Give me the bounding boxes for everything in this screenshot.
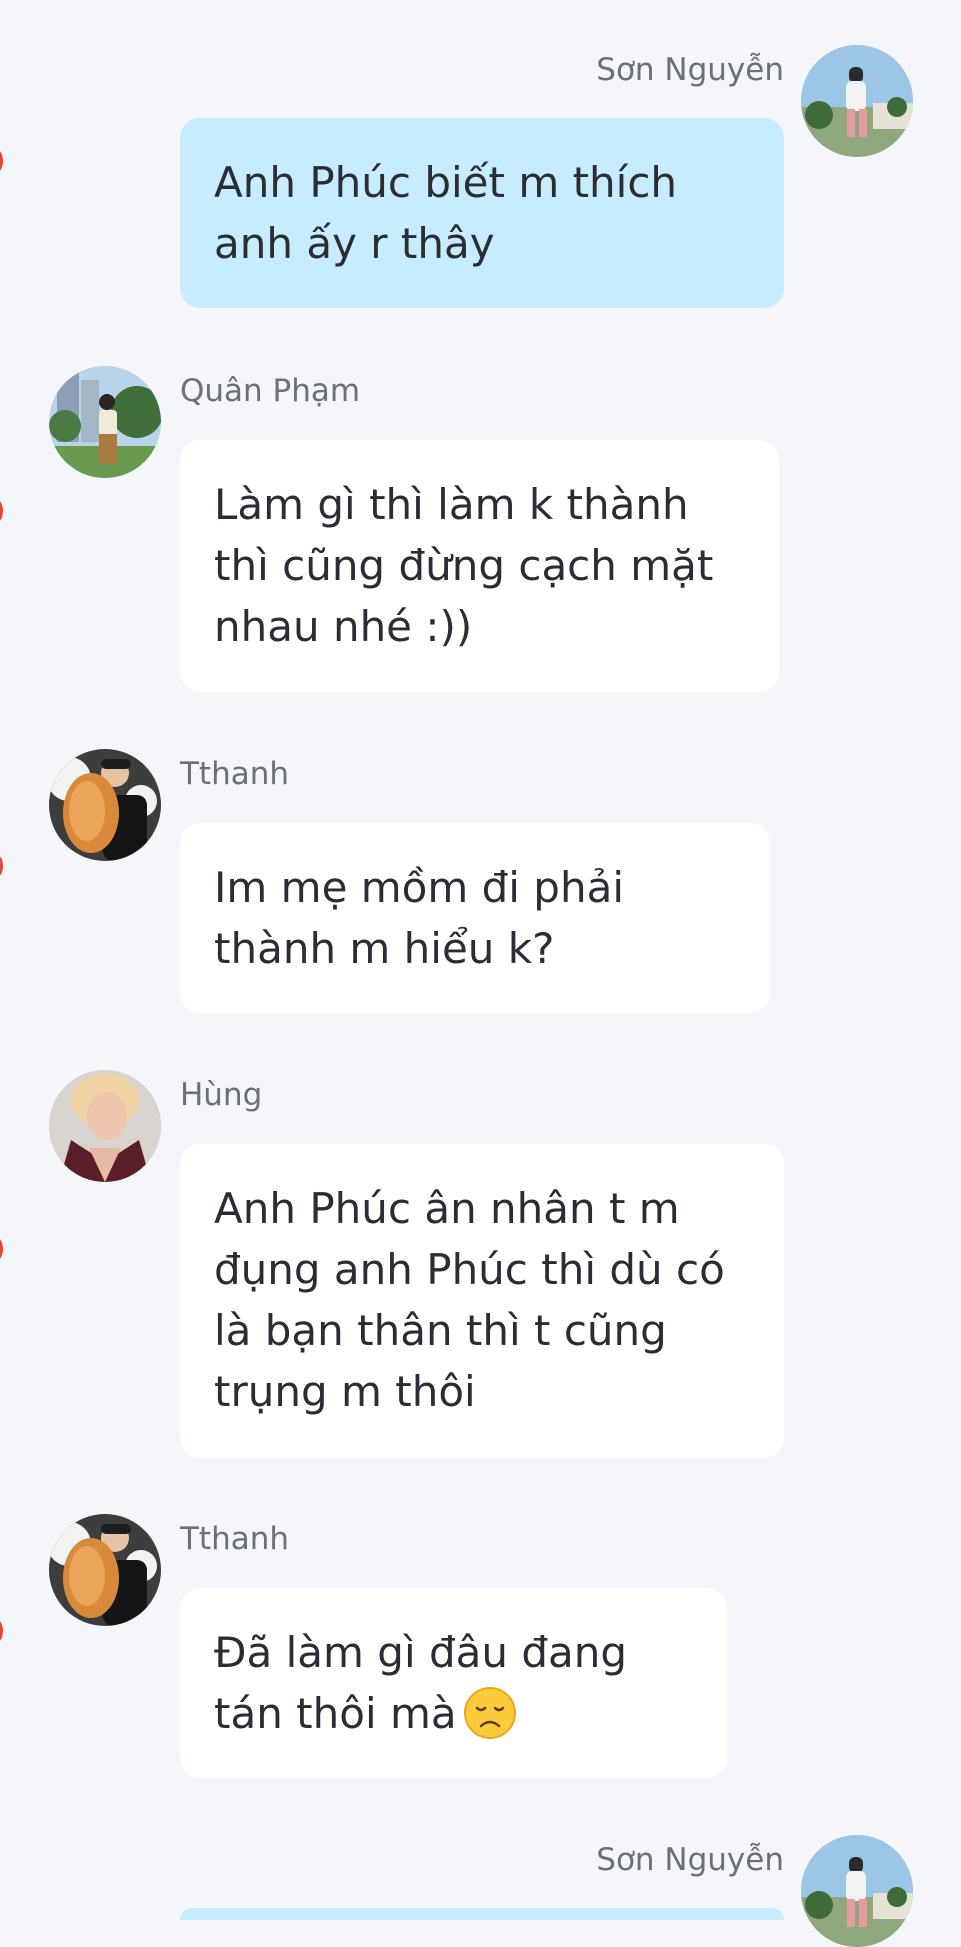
message-text: Anh Phúc biết m thích anh ấy r thây [214, 158, 678, 268]
son-nguyen-avatar[interactable] [801, 45, 913, 157]
edge-marker [0, 150, 3, 172]
disappointed-face-icon [463, 1686, 517, 1740]
message-text: Làm gì thì làm k thành thì cũng đừng cạc… [214, 480, 714, 651]
message-bubble[interactable]: Im mẹ mồm đi phải thành m hiểu k? [180, 823, 770, 1013]
message-text: Anh Phúc ân nhân t m đụng anh Phúc thì d… [214, 1184, 725, 1416]
message-bubble[interactable]: Anh Phúc ân nhân t m đụng anh Phúc thì d… [180, 1144, 784, 1458]
sender-name: Tthanh [180, 756, 290, 792]
son-nguyen-avatar[interactable] [801, 1835, 913, 1947]
quan-pham-avatar[interactable] [49, 366, 161, 478]
message-bubble[interactable]: Làm gì thì làm k thành thì cũng đừng cạc… [180, 440, 779, 692]
edge-marker [0, 500, 3, 522]
message-text: Im mẹ mồm đi phải thành m hiểu k? [214, 863, 624, 973]
sender-name: Sơn Nguyễn [596, 1842, 784, 1878]
message-bubble[interactable]: Đã làm gì đâu đang tán thôi mà [180, 1588, 727, 1778]
edge-marker [0, 855, 3, 877]
hung-avatar[interactable] [49, 1070, 161, 1182]
sender-name: Quân Phạm [180, 373, 361, 409]
sender-name: Hùng [180, 1077, 263, 1113]
tthanh-avatar[interactable] [49, 1514, 161, 1626]
message-text: Đã làm gì đâu đang tán thôi mà [214, 1628, 628, 1738]
edge-marker [0, 1238, 3, 1260]
message-bubble[interactable]: Anh Phúc biết m thích anh ấy r thây [180, 118, 784, 308]
sender-name: Tthanh [180, 1521, 290, 1557]
chat-thread[interactable]: Sơn Nguyễn Anh Phúc biết m thích anh ấy … [0, 0, 961, 1947]
sender-name: Sơn Nguyễn [596, 52, 784, 88]
edge-marker [0, 1620, 3, 1642]
message-bubble[interactable] [180, 1908, 784, 1920]
tthanh-avatar[interactable] [49, 749, 161, 861]
